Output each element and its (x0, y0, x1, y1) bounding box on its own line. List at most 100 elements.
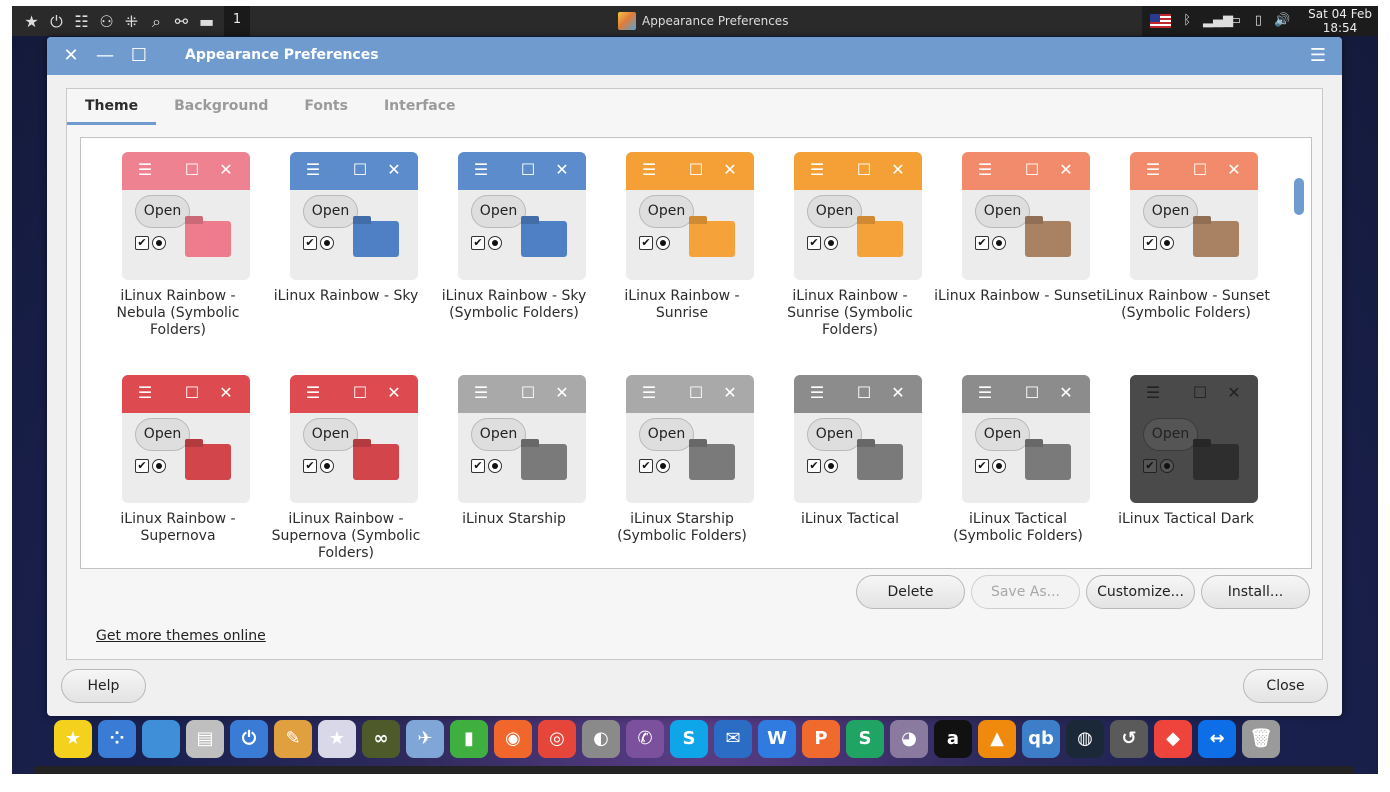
green-pipe-icon[interactable]: ▮ (450, 720, 488, 758)
theme-item[interactable]: ☰ ☐ ✕ Open ✔ iLinux Rainbow - Sunset (Symboli… (1102, 138, 1270, 348)
wps-writer-icon[interactable]: W (758, 720, 796, 758)
timeshift-icon[interactable]: ↺ (1110, 720, 1148, 758)
title-bar[interactable]: ✕ — ☐ Appearance Preferences ☰ (47, 37, 1342, 75)
anydesk-a-icon[interactable]: a (934, 720, 972, 758)
theme-item[interactable]: ☰ ☐ ✕ Open ✔ iLinux Starship (Symbolic Folder… (598, 361, 766, 568)
qbittorrent-icon[interactable]: qb (1022, 720, 1060, 758)
customize-button[interactable]: Customize... (1086, 575, 1195, 609)
minimize-icon[interactable]: — (94, 45, 116, 67)
close-window-icon[interactable]: ✕ (60, 45, 82, 67)
menu-icon[interactable]: ☰ (1307, 45, 1329, 67)
theme-item[interactable]: ☰ ☐ ✕ Open ✔ iLinux Rainbow - Sky (262, 138, 430, 348)
folder-icon[interactable]: ▬ (197, 12, 216, 31)
checkbox-icon: ✔ (639, 236, 653, 250)
help-button[interactable]: Help (61, 669, 146, 703)
install-button[interactable]: Install... (1201, 575, 1310, 609)
viber-icon[interactable]: ✆ (626, 720, 664, 758)
folder-icon (1025, 221, 1071, 257)
folder-icon (353, 444, 399, 480)
preview-open-button: Open (807, 418, 862, 451)
flag-us-icon[interactable] (1150, 14, 1172, 28)
maximize-icon[interactable]: ☐ (128, 45, 150, 67)
people-icon[interactable]: ⚇ (97, 12, 116, 31)
mail-icon[interactable]: ✉ (714, 720, 752, 758)
appearance-icon[interactable]: ✎ (274, 720, 312, 758)
preview-open-button: Open (975, 195, 1030, 228)
taskbar-item[interactable]: Appearance Preferences (618, 10, 788, 32)
theme-item[interactable]: ☰ ☐ ✕ Open ✔ iLinux Rainbow - Sunset (934, 138, 1102, 348)
preview-open-button: Open (135, 418, 190, 451)
software-store-icon[interactable]: ★ (318, 720, 356, 758)
toggle-icon[interactable]: ☷ (72, 12, 91, 31)
delete-button[interactable]: Delete (856, 575, 965, 609)
apps-grid-icon[interactable]: ⁜ (122, 12, 141, 31)
graph-icon[interactable]: ⚯ (172, 12, 191, 31)
maximize-icon: ☐ (856, 160, 872, 179)
steam-icon[interactable]: ◍ (1066, 720, 1104, 758)
battery-icon[interactable]: ▭ (1227, 13, 1243, 29)
theme-item[interactable]: ☰ ☐ ✕ Open ✔ iLinux Rainbow - Supernova (Symb… (262, 361, 430, 568)
skype-icon[interactable]: S (670, 720, 708, 758)
tab-interface[interactable]: Interface (366, 89, 474, 125)
theme-item[interactable]: ☰ ☐ ✕ Open ✔ iLinux Tactical Dark (1102, 361, 1270, 568)
folder-icon (1193, 444, 1239, 480)
wps-spreadsheet-icon[interactable]: S (846, 720, 884, 758)
star-icon[interactable]: ★ (22, 12, 41, 31)
radio-icon (1160, 459, 1174, 473)
get-more-themes-link[interactable]: Get more themes online (96, 628, 266, 644)
radio-icon (320, 459, 334, 473)
theme-preview: ☰ ☐ ✕ Open ✔ (962, 375, 1090, 503)
theme-name: iLinux Rainbow - Sky (273, 288, 419, 304)
clock[interactable]: Sat 04 Feb 18:54 (1302, 7, 1378, 35)
radio-icon (152, 236, 166, 250)
theme-item[interactable]: ☰ ☐ ✕ Open ✔ iLinux Rainbow - Supernova (94, 361, 262, 568)
theme-item[interactable]: ☰ ☐ ✕ Open ✔ iLinux Rainbow - Sunrise (598, 138, 766, 348)
volume-icon[interactable]: 🔊 (1274, 13, 1290, 29)
plane-icon[interactable]: ✈ (406, 720, 444, 758)
search-icon[interactable]: ⌕ (147, 12, 166, 31)
teamviewer-icon[interactable]: ↔ (1198, 720, 1236, 758)
favorites-star-icon[interactable]: ★ (54, 720, 92, 758)
save-as-button[interactable]: Save As... (971, 575, 1080, 609)
theme-item[interactable]: ☰ ☐ ✕ Open ✔ iLinux Rainbow - Nebula (Symboli… (94, 138, 262, 348)
signal-icon[interactable]: ▂▄▆ (1203, 13, 1233, 29)
theme-item[interactable]: ☰ ☐ ✕ Open ✔ iLinux Rainbow - Sky (Symbolic F… (430, 138, 598, 348)
vlc-icon[interactable]: ▲ (978, 720, 1016, 758)
launcher-dots-icon[interactable]: ⁘ (98, 720, 136, 758)
workspace-indicator[interactable]: 1 (224, 6, 250, 36)
settings-toggle-icon[interactable]: ⏻ (230, 720, 268, 758)
checkbox-icon: ✔ (471, 236, 485, 250)
theme-item[interactable]: ☰ ☐ ✕ Open ✔ iLinux Rainbow - Sunrise (Symbol… (766, 138, 934, 348)
webcam-icon[interactable]: ◕ (890, 720, 928, 758)
tab-background[interactable]: Background (156, 89, 286, 125)
folder-icon (185, 444, 231, 480)
trash-icon[interactable]: 🗑 (1242, 720, 1280, 758)
preview-open-button: Open (639, 195, 694, 228)
power-icon[interactable]: ⏻ (47, 12, 66, 31)
wps-presentation-icon[interactable]: P (802, 720, 840, 758)
theme-item[interactable]: ☰ ☐ ✕ Open ✔ iLinux Tactical (766, 361, 934, 568)
binoculars-icon[interactable]: ∞ (362, 720, 400, 758)
anydesk-icon[interactable]: ◆ (1154, 720, 1192, 758)
chrome-icon[interactable]: ◎ (538, 720, 576, 758)
tab-fonts[interactable]: Fonts (286, 89, 366, 125)
phone-icon[interactable]: ▯ (1251, 13, 1267, 29)
tab-theme[interactable]: Theme (67, 89, 157, 125)
google-earth-pro-icon[interactable]: ◐ (582, 720, 620, 758)
file-cabinet-icon[interactable]: ▤ (186, 720, 224, 758)
preview-titlebar: ☰ ☐ ✕ (1130, 152, 1258, 190)
checkbox-icon: ✔ (471, 459, 485, 473)
theme-item[interactable]: ☰ ☐ ✕ Open ✔ iLinux Tactical (Symbolic Folder… (934, 361, 1102, 568)
menu-icon: ☰ (977, 383, 993, 402)
folder-icon (689, 444, 735, 480)
theme-item[interactable]: ☰ ☐ ✕ Open ✔ iLinux Starship (430, 361, 598, 568)
preview-titlebar: ☰ ☐ ✕ (458, 375, 586, 413)
scrollbar-thumb[interactable] (1294, 178, 1304, 215)
firefox-icon[interactable]: ◉ (494, 720, 532, 758)
radio-icon (656, 459, 670, 473)
close-icon: ✕ (1059, 383, 1073, 402)
desktop-icon[interactable] (142, 720, 180, 758)
preview-titlebar: ☰ ☐ ✕ (626, 152, 754, 190)
close-button[interactable]: Close (1243, 669, 1328, 703)
bluetooth-icon[interactable]: ᛒ (1179, 13, 1195, 29)
